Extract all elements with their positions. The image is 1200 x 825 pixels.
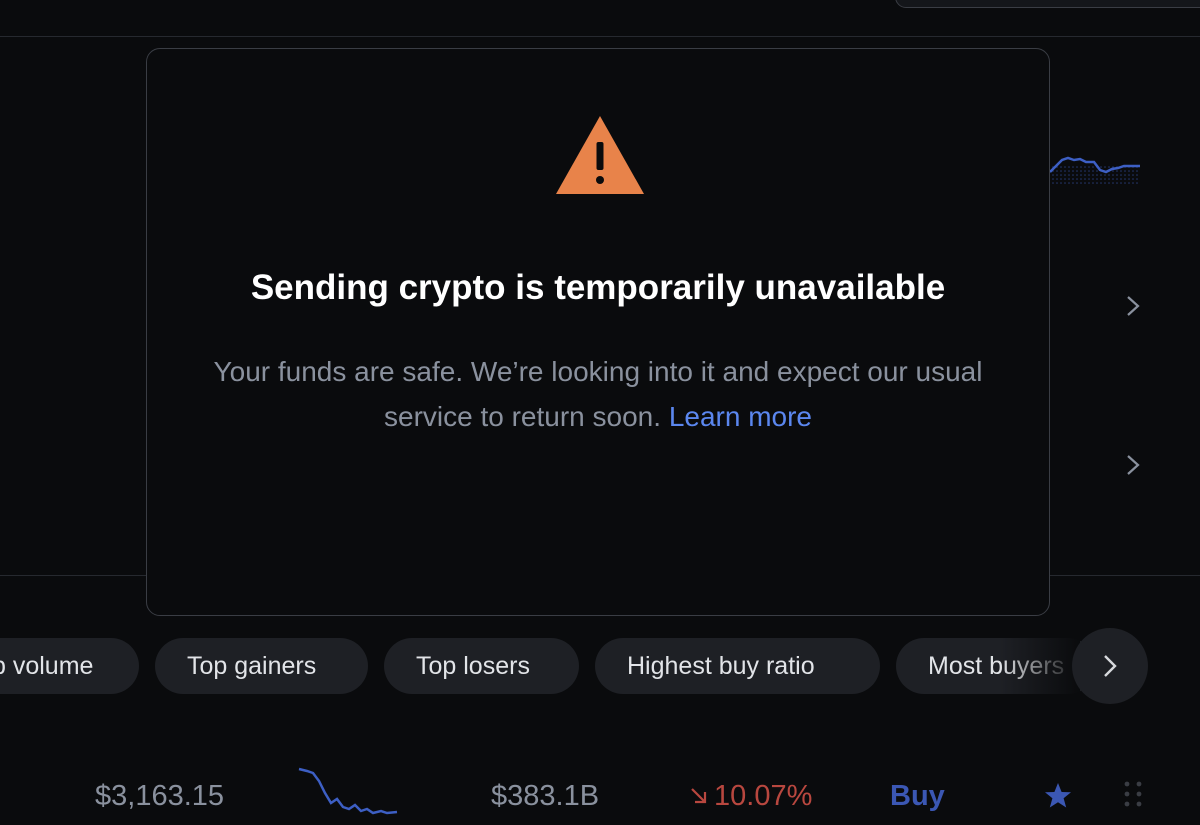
arrow-down-right-icon	[691, 788, 707, 804]
filter-chip-most-buyers[interactable]: Most buyers	[896, 638, 1096, 694]
asset-market-cap: $383.1B	[491, 780, 600, 812]
chevron-right-icon[interactable]	[1122, 295, 1144, 317]
price-sparkline	[1049, 156, 1140, 186]
search-bar[interactable]	[895, 0, 1200, 8]
drag-handle-icon[interactable]	[1122, 780, 1144, 810]
header-divider	[0, 36, 1200, 37]
chevron-right-icon	[1104, 655, 1117, 677]
scroll-chips-next-button[interactable]	[1072, 628, 1148, 704]
filter-chip-top-gainers[interactable]: Top gainers	[155, 638, 368, 694]
learn-more-link[interactable]: Learn more	[669, 401, 812, 432]
warning-triangle-icon	[556, 116, 644, 194]
chevron-right-icon[interactable]	[1122, 454, 1144, 476]
asset-change-value: 10.07%	[714, 780, 813, 812]
filter-chip-bar: p volume Top gainers Top losers Highest …	[0, 638, 1200, 696]
filter-chip-volume[interactable]: p volume	[0, 638, 139, 694]
asset-change: 10.07%	[688, 778, 812, 814]
modal-body: Your funds are safe. We’re looking into …	[187, 349, 1009, 439]
send-unavailable-modal: Sending crypto is temporarily unavailabl…	[146, 48, 1050, 616]
modal-body-text: Your funds are safe. We’re looking into …	[213, 356, 983, 432]
star-icon[interactable]	[1043, 781, 1073, 811]
asset-price: $3,163.15	[95, 780, 225, 812]
asset-sparkline	[298, 767, 398, 815]
buy-button[interactable]: Buy	[890, 778, 945, 814]
modal-title: Sending crypto is temporarily unavailabl…	[250, 268, 946, 307]
filter-chip-highest-buy-ratio[interactable]: Highest buy ratio	[595, 638, 880, 694]
filter-chip-top-losers[interactable]: Top losers	[384, 638, 579, 694]
